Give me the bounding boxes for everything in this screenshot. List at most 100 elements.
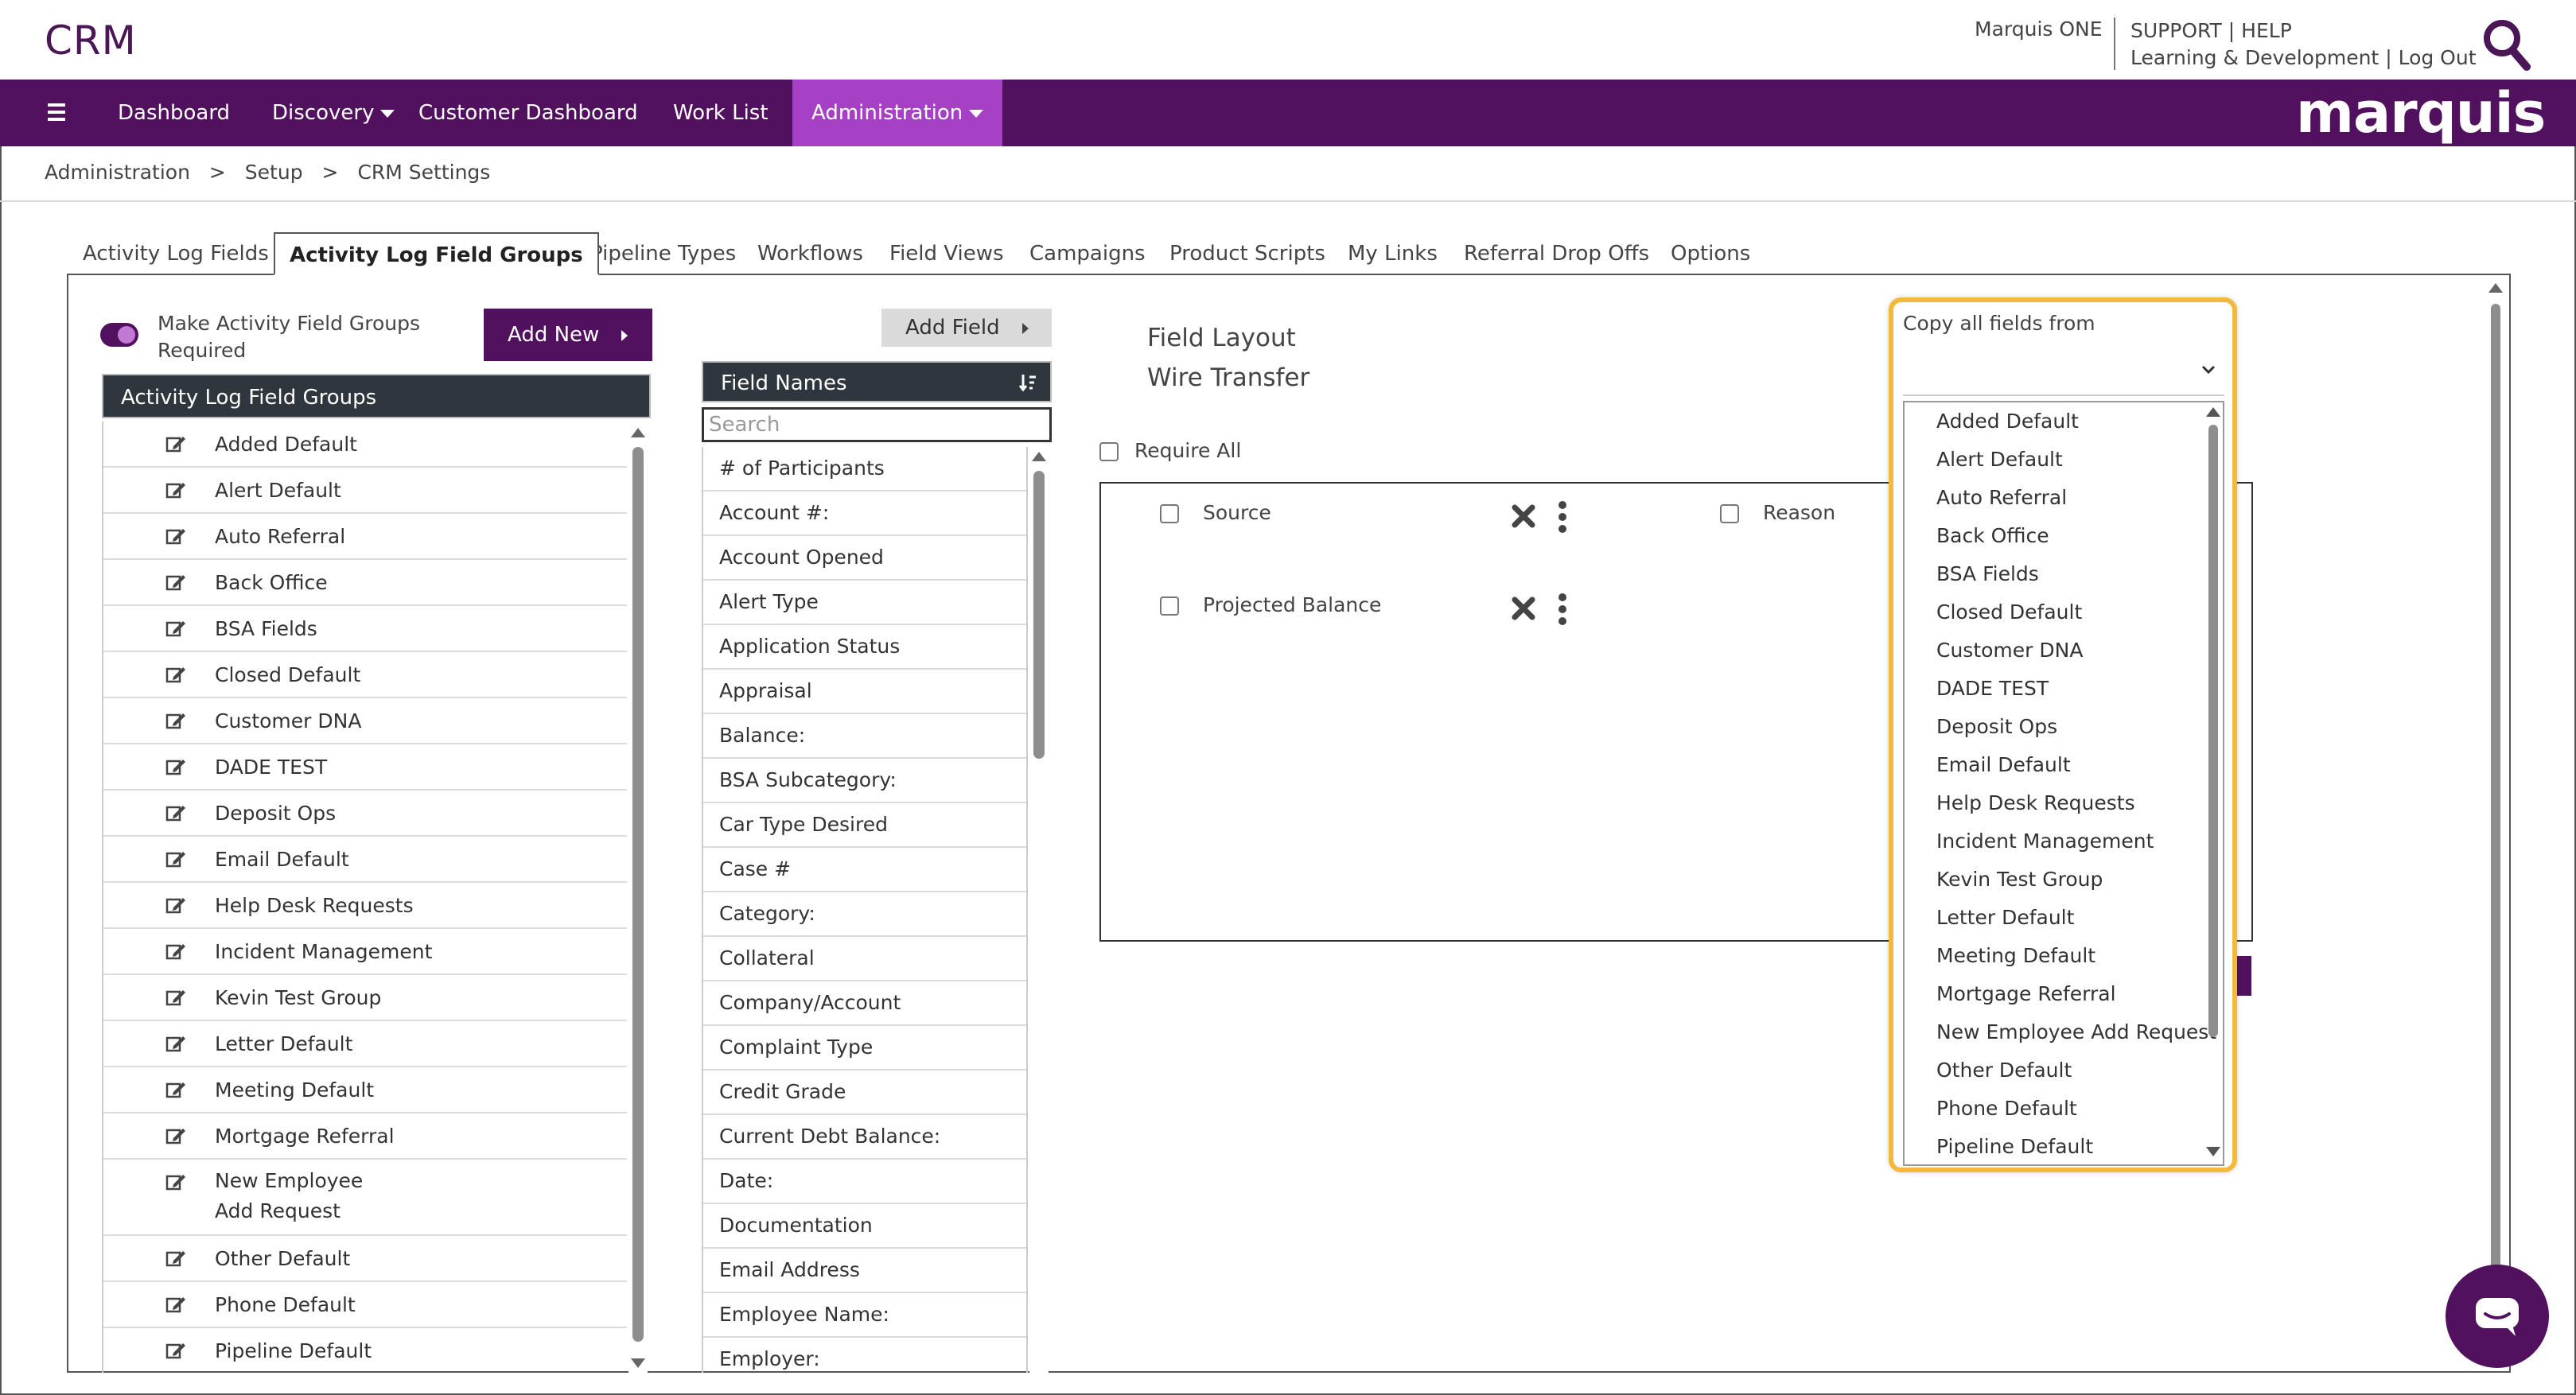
field-name-item[interactable]: Complaint Type bbox=[703, 1026, 1026, 1071]
breadcrumb-setup[interactable]: Setup bbox=[245, 161, 303, 184]
edit-icon[interactable] bbox=[165, 1126, 186, 1145]
edit-icon[interactable] bbox=[165, 665, 186, 684]
drag-handle-icon[interactable] bbox=[1558, 501, 1567, 533]
group-list-item[interactable]: DADE TEST bbox=[103, 744, 627, 791]
copy-fields-option[interactable]: Customer DNA bbox=[1905, 631, 2223, 670]
group-list-item[interactable]: Deposit Ops bbox=[103, 791, 627, 837]
copy-fields-option[interactable]: New Employee Add Request bbox=[1905, 1013, 2223, 1051]
nav-work-list[interactable]: Work List bbox=[673, 80, 769, 146]
copy-fields-select[interactable] bbox=[1903, 348, 2224, 396]
copy-fields-option[interactable]: Alert Default bbox=[1905, 441, 2223, 479]
field-name-item[interactable]: Account #: bbox=[703, 492, 1026, 536]
scroll-up-icon[interactable] bbox=[2488, 283, 2503, 293]
copy-fields-option[interactable]: BSA Fields bbox=[1905, 555, 2223, 593]
field-name-item[interactable]: Company/Account bbox=[703, 981, 1026, 1026]
nav-administration[interactable]: Administration bbox=[792, 80, 1003, 146]
drag-handle-icon[interactable] bbox=[1558, 593, 1567, 625]
sort-icon[interactable] bbox=[1018, 372, 1039, 393]
groups-scrollbar[interactable] bbox=[628, 423, 648, 1373]
group-list-item[interactable]: Pipeline Default bbox=[103, 1328, 627, 1373]
edit-icon[interactable] bbox=[165, 849, 186, 868]
page-scrollbar[interactable] bbox=[2487, 280, 2504, 1370]
help-link[interactable]: HELP bbox=[2241, 19, 2292, 42]
copy-fields-option[interactable]: Kevin Test Group bbox=[1905, 861, 2223, 899]
group-list-item[interactable]: Incident Management bbox=[103, 929, 627, 975]
copy-fields-option[interactable]: Back Office bbox=[1905, 517, 2223, 555]
group-list-item[interactable]: Other Default bbox=[103, 1236, 627, 1282]
nav-customer-dashboard[interactable]: Customer Dashboard bbox=[418, 80, 638, 146]
layout-field-reason[interactable]: Reason bbox=[1720, 501, 1835, 524]
scroll-up-icon[interactable] bbox=[1032, 452, 1046, 461]
edit-icon[interactable] bbox=[165, 527, 186, 546]
group-list-item[interactable]: Meeting Default bbox=[103, 1067, 627, 1113]
field-name-item[interactable]: Collateral bbox=[703, 937, 1026, 981]
remove-field-icon[interactable] bbox=[1510, 595, 1537, 622]
add-new-button[interactable]: Add New bbox=[484, 309, 652, 361]
field-name-item[interactable]: # of Participants bbox=[703, 447, 1026, 492]
fields-scrollbar[interactable] bbox=[1029, 447, 1049, 1373]
dropdown-scrollbar[interactable] bbox=[2205, 404, 2221, 1163]
marquis-one-link[interactable]: Marquis ONE bbox=[1975, 17, 2103, 41]
group-list-item[interactable]: New Employee Add Request bbox=[103, 1160, 627, 1236]
copy-fields-option[interactable]: Other Default bbox=[1905, 1051, 2223, 1090]
page-scroll-thumb[interactable] bbox=[2491, 304, 2500, 1354]
copy-fields-option[interactable]: Mortgage Referral bbox=[1905, 975, 2223, 1013]
tab-activity-log-fields[interactable]: Activity Log Fields bbox=[83, 232, 269, 275]
group-list-item[interactable]: Added Default bbox=[103, 422, 627, 468]
tab-activity-log-field-groups[interactable]: Activity Log Field Groups bbox=[274, 232, 599, 275]
field-name-item[interactable]: Category: bbox=[703, 892, 1026, 937]
edit-icon[interactable] bbox=[165, 1295, 186, 1314]
field-name-item[interactable]: Account Opened bbox=[703, 536, 1026, 581]
group-list-item[interactable]: Back Office bbox=[103, 560, 627, 606]
edit-icon[interactable] bbox=[165, 803, 186, 822]
tab-campaigns[interactable]: Campaigns bbox=[1029, 232, 1146, 275]
field-required-checkbox[interactable] bbox=[1720, 504, 1739, 523]
field-name-item[interactable]: Balance: bbox=[703, 714, 1026, 759]
edit-icon[interactable] bbox=[165, 1341, 186, 1360]
copy-fields-option[interactable]: Added Default bbox=[1905, 402, 2223, 441]
scroll-up-icon[interactable] bbox=[631, 428, 645, 437]
tab-field-views[interactable]: Field Views bbox=[889, 232, 1004, 275]
edit-icon[interactable] bbox=[165, 896, 186, 915]
copy-fields-option[interactable]: Deposit Ops bbox=[1905, 708, 2223, 746]
require-all-checkbox[interactable] bbox=[1099, 442, 1119, 461]
scroll-down-icon[interactable] bbox=[2206, 1147, 2220, 1156]
edit-icon[interactable] bbox=[165, 1034, 186, 1053]
groups-scroll-thumb[interactable] bbox=[632, 447, 644, 1342]
field-name-item[interactable]: Application Status bbox=[703, 625, 1026, 670]
edit-icon[interactable] bbox=[165, 1172, 186, 1191]
copy-fields-option[interactable]: Email Default bbox=[1905, 746, 2223, 784]
field-name-item[interactable]: Car Type Desired bbox=[703, 803, 1026, 848]
nav-dashboard[interactable]: Dashboard bbox=[118, 80, 230, 146]
fields-scroll-thumb[interactable] bbox=[1033, 471, 1045, 759]
group-list-item[interactable]: Closed Default bbox=[103, 652, 627, 698]
tab-product-scripts[interactable]: Product Scripts bbox=[1169, 232, 1325, 275]
tab-workflows[interactable]: Workflows bbox=[757, 232, 863, 275]
breadcrumb-administration[interactable]: Administration bbox=[45, 161, 190, 184]
copy-fields-option[interactable]: Phone Default bbox=[1905, 1090, 2223, 1128]
group-list-item[interactable]: Phone Default bbox=[103, 1282, 627, 1328]
scroll-up-icon[interactable] bbox=[2206, 407, 2220, 417]
logout-link[interactable]: Log Out bbox=[2399, 46, 2477, 69]
layout-field-source[interactable]: Source bbox=[1160, 501, 1271, 524]
field-name-item[interactable]: BSA Subcategory: bbox=[703, 759, 1026, 803]
edit-icon[interactable] bbox=[165, 988, 186, 1007]
copy-fields-option[interactable]: Letter Default bbox=[1905, 899, 2223, 937]
tab-my-links[interactable]: My Links bbox=[1348, 232, 1438, 275]
layout-field-projected-balance[interactable]: Projected Balance bbox=[1160, 593, 1381, 616]
field-required-checkbox[interactable] bbox=[1160, 596, 1179, 616]
field-name-item[interactable]: Current Debt Balance: bbox=[703, 1115, 1026, 1160]
field-name-item[interactable]: Employee Name: bbox=[703, 1293, 1026, 1338]
group-list-item[interactable]: Customer DNA bbox=[103, 698, 627, 744]
copy-fields-option[interactable]: Meeting Default bbox=[1905, 937, 2223, 975]
edit-icon[interactable] bbox=[165, 573, 186, 592]
field-search-input[interactable] bbox=[702, 407, 1052, 442]
support-link[interactable]: SUPPORT bbox=[2130, 19, 2222, 42]
field-name-item[interactable]: Credit Grade bbox=[703, 1071, 1026, 1115]
chat-button[interactable] bbox=[2446, 1265, 2549, 1368]
group-list-item[interactable]: Mortgage Referral bbox=[103, 1113, 627, 1160]
dropdown-scroll-thumb[interactable] bbox=[2208, 425, 2218, 1037]
add-field-button[interactable]: Add Field bbox=[881, 309, 1052, 347]
field-name-item[interactable]: Employer: bbox=[703, 1338, 1026, 1373]
group-list-item[interactable]: Letter Default bbox=[103, 1021, 627, 1067]
